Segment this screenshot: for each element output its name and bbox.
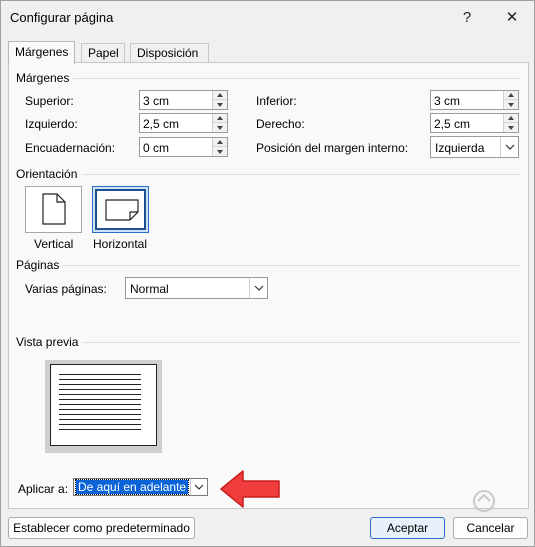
spin-up-icon[interactable]: [213, 138, 227, 147]
chevron-down-icon[interactable]: [249, 278, 267, 298]
izquierdo-spinner[interactable]: 2,5 cm: [139, 113, 228, 133]
help-button[interactable]: ?: [456, 7, 478, 27]
ok-button[interactable]: Aceptar: [370, 517, 445, 539]
orientation-section-title: Orientación: [16, 167, 78, 181]
varias-paginas-combo[interactable]: Normal: [125, 277, 268, 299]
spin-down-icon[interactable]: [213, 100, 227, 109]
spin-down-icon[interactable]: [213, 147, 227, 156]
encuadernacion-label: Encuadernación:: [25, 141, 116, 155]
set-default-button[interactable]: Establecer como predeterminado: [8, 517, 195, 539]
tab-margenes[interactable]: Márgenes: [8, 41, 75, 64]
posicion-margen-value: Izquierda: [435, 141, 485, 155]
divider: [63, 265, 521, 266]
pages-section-title: Páginas: [16, 258, 60, 272]
spin-down-icon[interactable]: [504, 123, 518, 132]
posicion-margen-label: Posición del margen interno:: [256, 141, 409, 155]
chevron-down-icon[interactable]: [190, 479, 207, 495]
izquierdo-value[interactable]: 2,5 cm: [143, 117, 179, 131]
preview-page: [50, 364, 157, 446]
watermark-logo-icon: [473, 490, 495, 512]
derecho-value[interactable]: 2,5 cm: [434, 117, 470, 131]
cancel-button[interactable]: Cancelar: [453, 517, 528, 539]
divider: [83, 174, 521, 175]
title-bar: Configurar página ? ✕: [1, 1, 534, 33]
horizontal-label: Horizontal: [93, 237, 148, 251]
posicion-margen-combo[interactable]: Izquierda: [430, 136, 519, 158]
spin-up-icon[interactable]: [213, 91, 227, 100]
spin-down-icon[interactable]: [213, 123, 227, 132]
orientation-horizontal-option[interactable]: [92, 186, 149, 233]
divider: [73, 78, 521, 79]
portrait-page-icon: [42, 193, 66, 225]
spin-up-icon[interactable]: [213, 114, 227, 123]
inferior-spinner[interactable]: 3 cm: [430, 90, 519, 110]
divider: [83, 342, 521, 343]
superior-label: Superior:: [25, 94, 74, 108]
red-arrow-icon: [220, 470, 280, 508]
margins-section-title: Márgenes: [16, 71, 70, 85]
varias-paginas-label: Varias páginas:: [25, 282, 107, 296]
apply-to-combo[interactable]: De aquí en adelante: [73, 478, 208, 496]
spin-up-icon[interactable]: [504, 91, 518, 100]
chevron-down-icon[interactable]: [500, 137, 518, 157]
inferior-value[interactable]: 3 cm: [434, 94, 460, 108]
dialog-title: Configurar página: [10, 10, 114, 25]
close-button[interactable]: ✕: [501, 7, 523, 27]
superior-spinner[interactable]: 3 cm: [139, 90, 228, 110]
varias-paginas-value: Normal: [130, 282, 169, 296]
derecho-label: Derecho:: [256, 117, 305, 131]
inferior-label: Inferior:: [256, 94, 297, 108]
izquierdo-label: Izquierdo:: [25, 117, 78, 131]
tab-papel[interactable]: Papel: [81, 43, 125, 63]
encuadernacion-spinner[interactable]: 0 cm: [139, 137, 228, 157]
spin-down-icon[interactable]: [504, 100, 518, 109]
page-setup-dialog: Configurar página ? ✕ Márgenes Papel Dis…: [0, 0, 535, 547]
landscape-page-icon: [105, 199, 139, 221]
orientation-vertical-option[interactable]: [25, 186, 82, 233]
spin-up-icon[interactable]: [504, 114, 518, 123]
superior-value[interactable]: 3 cm: [143, 94, 169, 108]
close-icon: ✕: [505, 9, 519, 26]
preview-section-title: Vista previa: [16, 335, 79, 349]
apply-to-label: Aplicar a:: [18, 482, 69, 496]
encuadernacion-value[interactable]: 0 cm: [143, 141, 169, 155]
apply-to-value: De aquí en adelante: [74, 479, 190, 495]
tab-disposicion[interactable]: Disposición: [130, 43, 209, 63]
vertical-label: Vertical: [34, 237, 74, 251]
derecho-spinner[interactable]: 2,5 cm: [430, 113, 519, 133]
